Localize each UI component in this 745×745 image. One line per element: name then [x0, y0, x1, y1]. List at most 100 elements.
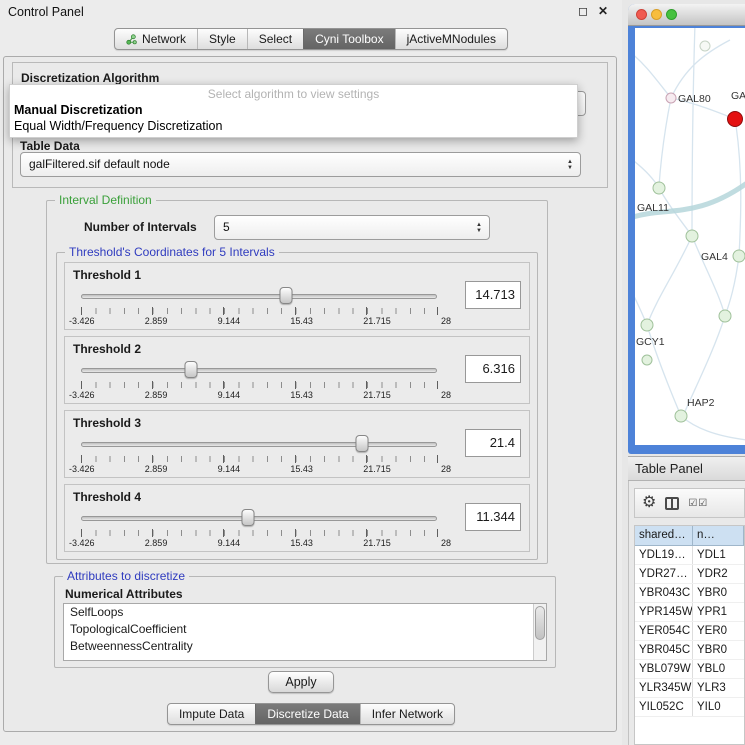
slider-ticks [81, 308, 437, 314]
threshold-3-panel: Threshold 3 -3.4262.8599.14415.4321.7152… [64, 410, 530, 478]
combo-stepper-icon[interactable]: ▲▼ [472, 217, 486, 238]
slider-track[interactable] [81, 516, 437, 521]
network-graph: GAL80 GA GAL11 GAL4 GCY1 HAP2 [635, 28, 745, 445]
network-canvas[interactable]: GAL80 GA GAL11 GAL4 GCY1 HAP2 [635, 28, 745, 445]
list-item[interactable]: TopologicalCoefficient [64, 621, 546, 638]
node-label-gal80[interactable]: GAL80 [678, 93, 711, 105]
node-label-gcy1[interactable]: GCY1 [636, 336, 665, 348]
number-of-intervals-combobox[interactable]: 5 ▲▼ [214, 215, 490, 240]
table-row[interactable]: YDR27…YDR2 [635, 565, 744, 584]
threshold-3-label: Threshold 3 [73, 416, 141, 430]
list-item[interactable]: SelfLoops [64, 604, 546, 621]
top-tabbar: Network Style Select Cyni Toolbox jActiv… [0, 28, 622, 50]
close-icon[interactable]: ✕ [598, 4, 608, 18]
tab-network[interactable]: Network [115, 29, 197, 49]
gear-icon[interactable]: ⚙ [642, 495, 656, 511]
slider-thumb[interactable] [280, 287, 293, 304]
slider-tick-labels: -3.4262.8599.14415.4321.71528 [69, 464, 451, 474]
attributes-group: Attributes to discretize Numerical Attri… [54, 576, 556, 668]
threshold-2-panel: Threshold 2 -3.4262.8599.14415.4321.7152… [64, 336, 530, 404]
threshold-1-slider[interactable]: -3.4262.8599.14415.4321.71528 [81, 285, 437, 327]
table-row[interactable]: YPR145WYPR1 [635, 603, 744, 622]
tab-select[interactable]: Select [247, 29, 303, 49]
slider-tick-labels: -3.4262.8599.14415.4321.71528 [69, 538, 451, 548]
slider-ticks [81, 530, 437, 536]
table-panel-title: Table Panel [628, 456, 745, 481]
network-icon [126, 34, 137, 45]
tab-jactivemnodules[interactable]: jActiveMNodules [395, 29, 507, 49]
tab-label: jActiveMNodules [407, 32, 496, 46]
numerical-attributes-label: Numerical Attributes [65, 587, 183, 601]
slider-track[interactable] [81, 294, 437, 299]
node-label-partial[interactable]: GA [731, 90, 745, 102]
column-header-name[interactable]: n… [693, 526, 744, 546]
threshold-4-panel: Threshold 4 -3.4262.8599.14415.4321.7152… [64, 484, 530, 552]
threshold-2-slider[interactable]: -3.4262.8599.14415.4321.71528 [81, 359, 437, 401]
tab-cyni-toolbox[interactable]: Cyni Toolbox [303, 29, 394, 49]
threshold-4-value-field[interactable]: 11.344 [465, 503, 521, 531]
node-label-hap2[interactable]: HAP2 [687, 397, 715, 409]
tab-impute-data[interactable]: Impute Data [168, 704, 255, 724]
slider-ticks [81, 382, 437, 388]
threshold-2-value-field[interactable]: 6.316 [465, 355, 521, 383]
table-row[interactable]: YBL079WYBL0 [635, 660, 744, 679]
control-panel: Control Panel ◻ ✕ Network Style [0, 0, 622, 745]
number-of-intervals-value: 5 [223, 220, 230, 234]
table-row[interactable]: YBR043CYBR0 [635, 584, 744, 603]
tab-style[interactable]: Style [197, 29, 247, 49]
thresholds-group-legend: Threshold's Coordinates for 5 Intervals [65, 245, 279, 259]
node-label-gal11[interactable]: GAL11 [637, 202, 669, 214]
slider-ticks [81, 456, 437, 462]
slider-thumb[interactable] [242, 509, 255, 526]
table-row[interactable]: YER054CYER0 [635, 622, 744, 641]
list-scrollbar[interactable] [533, 604, 546, 660]
threshold-4-slider[interactable]: -3.4262.8599.14415.4321.71528 [81, 507, 437, 549]
tab-label: Select [259, 32, 292, 46]
list-item[interactable]: BetweennessCentrality [64, 638, 546, 655]
slider-tick-labels: -3.4262.8599.14415.4321.71528 [69, 390, 451, 400]
threshold-1-value-field[interactable]: 14.713 [465, 281, 521, 309]
network-view-window: GAL80 GA GAL11 GAL4 GCY1 HAP2 [628, 4, 745, 454]
table-row[interactable]: YLR345WYLR3 [635, 679, 744, 698]
table-header-row: shared… n… [635, 526, 744, 546]
threshold-1-panel: Threshold 1 -3.4262.8599.14415.4321.7152… [64, 262, 530, 330]
column-visibility-icons[interactable]: ☑☑ [688, 498, 708, 509]
algorithm-section-label: Discretization Algorithm [21, 71, 159, 85]
tab-label: Style [209, 32, 236, 46]
tab-label: Cyni Toolbox [315, 32, 383, 46]
threshold-3-value-field[interactable]: 21.4 [465, 429, 521, 457]
slider-thumb[interactable] [185, 361, 198, 378]
threshold-3-slider[interactable]: -3.4262.8599.14415.4321.71528 [81, 433, 437, 475]
table-row[interactable]: YDL19…YDL1 [635, 546, 744, 565]
tab-label: Discretize Data [267, 707, 348, 721]
scrollbar-thumb[interactable] [535, 606, 545, 640]
algorithm-dropdown-list: Select algorithm to view settings Manual… [9, 84, 578, 138]
tab-infer-network[interactable]: Infer Network [360, 704, 454, 724]
tab-label: Infer Network [372, 707, 443, 721]
mac-zoom-icon[interactable] [666, 9, 677, 20]
bottom-tabbar: Impute Data Discretize Data Infer Networ… [0, 703, 622, 725]
dropdown-option-manual-discretization[interactable]: Manual Discretization [10, 102, 577, 118]
combo-stepper-icon[interactable]: ▲▼ [563, 154, 577, 175]
dropdown-option-equal-width-frequency[interactable]: Equal Width/Frequency Discretization [10, 118, 577, 134]
table-row[interactable]: YBR045CYBR0 [635, 641, 744, 660]
dropdown-placeholder-option[interactable]: Select algorithm to view settings [10, 87, 577, 102]
mac-close-icon[interactable] [636, 9, 647, 20]
node-label-gal4[interactable]: GAL4 [701, 251, 728, 263]
tab-discretize-data[interactable]: Discretize Data [255, 704, 359, 724]
column-header-shared-name[interactable]: shared… [635, 526, 693, 546]
slider-thumb[interactable] [356, 435, 369, 452]
table-toolbar: ⚙ ☑☑ [634, 488, 745, 518]
mac-minimize-icon[interactable] [651, 9, 662, 20]
table-row[interactable]: YIL052CYIL0 [635, 698, 744, 717]
panel-title: Control Panel [8, 5, 84, 19]
network-window-titlebar[interactable] [628, 4, 745, 26]
float-window-icon[interactable]: ◻ [578, 4, 588, 18]
table-columns-icon[interactable] [665, 497, 679, 510]
tab-label: Impute Data [179, 707, 244, 721]
slider-track[interactable] [81, 368, 437, 373]
tab-label: Network [142, 32, 186, 46]
table-data-combobox[interactable]: galFiltered.sif default node ▲▼ [20, 152, 581, 177]
slider-track[interactable] [81, 442, 437, 447]
apply-button[interactable]: Apply [268, 671, 334, 693]
